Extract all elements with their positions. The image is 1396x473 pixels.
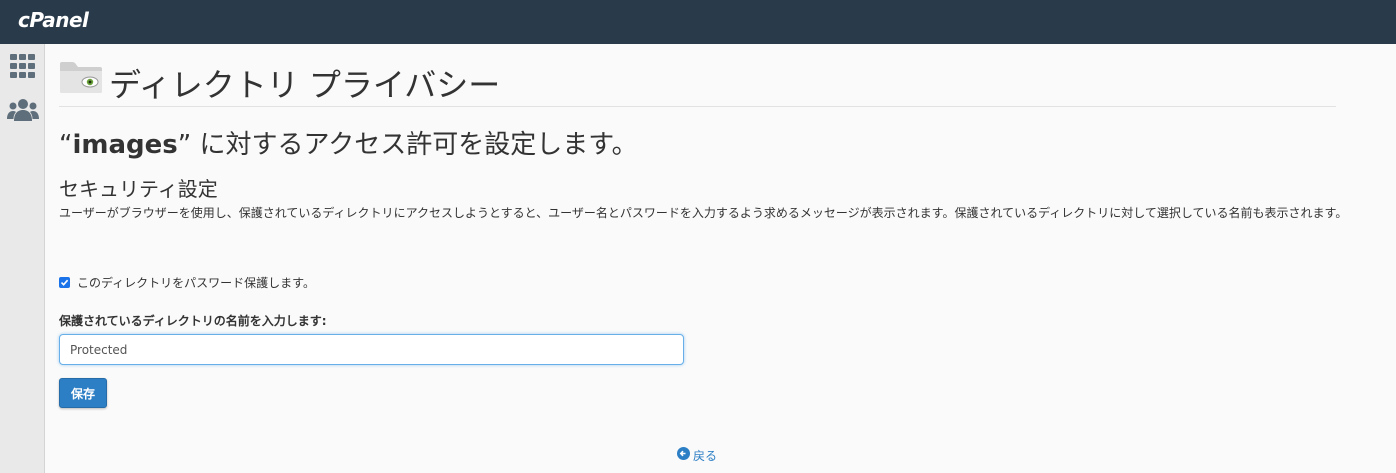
back-arrow-icon	[677, 447, 690, 463]
top-bar: cPanel	[0, 0, 1396, 44]
name-label: 保護されているディレクトリの名前を入力します:	[59, 314, 327, 328]
directory-name-input[interactable]	[59, 334, 684, 365]
cpanel-logo[interactable]: cPanel	[18, 8, 89, 32]
security-description: ユーザーがブラウザーを使用し、保護されているディレクトリにアクセスしようとすると…	[59, 206, 1348, 220]
page-header: ディレクトリ プライバシー	[59, 58, 1336, 107]
close-quote: ”	[177, 130, 192, 160]
back-link[interactable]: 戻る	[677, 446, 717, 464]
page-subtitle: “images” に対するアクセス許可を設定します。	[59, 124, 638, 161]
subtitle-text: に対するアクセス許可を設定します。	[191, 130, 638, 160]
open-quote: “	[59, 130, 73, 160]
protect-label: このディレクトリをパスワード保護します。	[77, 275, 315, 290]
protect-checkbox[interactable]	[59, 276, 70, 288]
folder-eye-icon	[59, 60, 103, 98]
security-settings-title: セキュリティ設定	[59, 177, 218, 201]
directory-name: images	[72, 130, 178, 160]
protect-row: このディレクトリをパスワード保護します。	[59, 273, 315, 291]
users-icon[interactable]	[0, 93, 45, 127]
back-label: 戻る	[693, 448, 718, 463]
save-button[interactable]: 保存	[59, 378, 107, 408]
checkmark-icon	[60, 279, 69, 286]
page-title: ディレクトリ プライバシー	[109, 66, 501, 104]
sidebar	[0, 44, 45, 473]
main-content: ディレクトリ プライバシー “images” に対するアクセス許可を設定します。…	[46, 44, 1396, 473]
grid-icon[interactable]	[0, 49, 45, 83]
